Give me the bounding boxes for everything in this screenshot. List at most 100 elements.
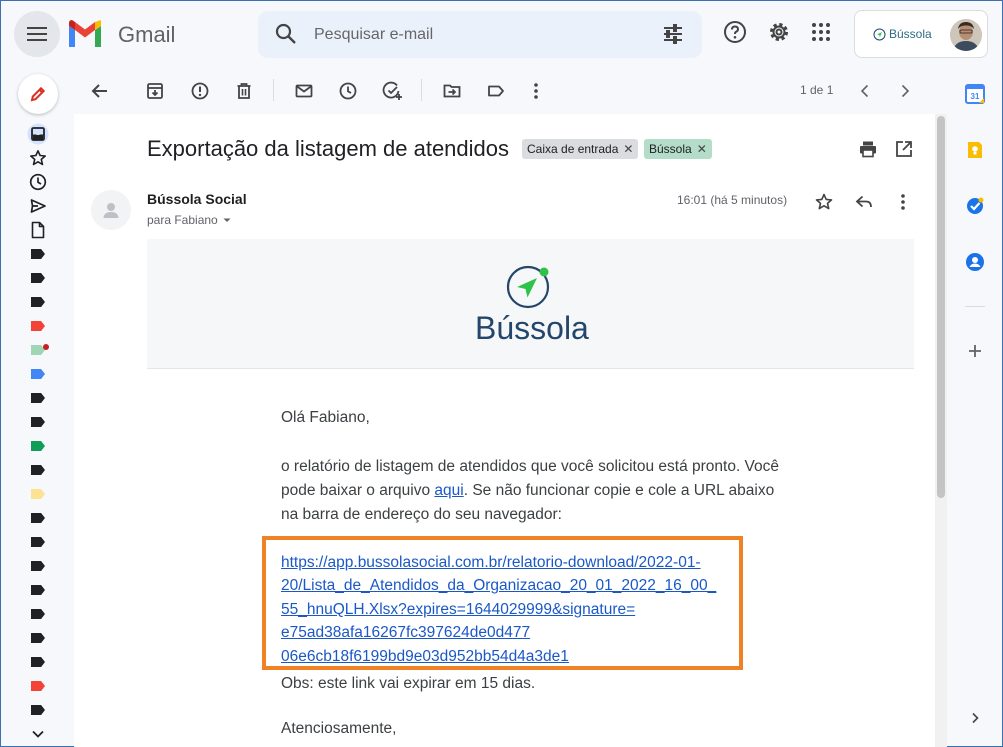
account-brand-label: Bússola bbox=[889, 27, 932, 41]
label-item[interactable] bbox=[27, 674, 49, 698]
apps-grid-icon[interactable] bbox=[808, 19, 834, 45]
label-tag-icon bbox=[31, 321, 45, 331]
url-line: 55_hnuQLH.Xlsx?expires=1644029999&signat… bbox=[281, 600, 636, 618]
label-item[interactable] bbox=[27, 338, 49, 362]
sender-avatar[interactable] bbox=[91, 190, 131, 230]
label-item[interactable] bbox=[27, 506, 49, 530]
gmail-logo-icon[interactable] bbox=[67, 20, 103, 47]
search-icon[interactable] bbox=[275, 23, 297, 45]
label-item[interactable] bbox=[27, 386, 49, 410]
account-brand: Bússola bbox=[873, 27, 932, 41]
label-item[interactable] bbox=[27, 578, 49, 602]
label-item[interactable] bbox=[27, 362, 49, 386]
send-icon bbox=[30, 199, 46, 213]
label-item[interactable] bbox=[27, 482, 49, 506]
bussola-compass-logo-icon bbox=[506, 265, 550, 309]
more-vert-icon[interactable] bbox=[524, 79, 548, 103]
account-switcher[interactable]: Bússola bbox=[854, 10, 988, 58]
report-spam-icon[interactable] bbox=[188, 79, 212, 103]
scrollbar-thumb[interactable] bbox=[937, 116, 945, 498]
move-to-icon[interactable] bbox=[440, 79, 464, 103]
download-link[interactable]: aqui bbox=[434, 482, 463, 499]
closing-text: Atenciosamente, bbox=[281, 720, 397, 737]
label-item[interactable] bbox=[27, 314, 49, 338]
add-task-icon[interactable] bbox=[380, 79, 404, 103]
nav-inbox[interactable] bbox=[27, 122, 49, 146]
nav-starred[interactable] bbox=[27, 146, 49, 170]
chevron-right-icon[interactable] bbox=[893, 79, 917, 103]
reply-icon[interactable] bbox=[852, 190, 876, 214]
more-vert-icon[interactable] bbox=[891, 190, 915, 214]
nav-snoozed[interactable] bbox=[27, 170, 49, 194]
message-scrollbar[interactable] bbox=[935, 114, 947, 747]
draft-file-icon bbox=[31, 221, 45, 239]
label-icon[interactable] bbox=[484, 79, 508, 103]
compose-button[interactable] bbox=[18, 74, 58, 114]
label-rail bbox=[27, 122, 49, 746]
label-chip-bussola[interactable]: Bússola ✕ bbox=[644, 139, 712, 159]
add-addon-icon[interactable] bbox=[965, 341, 985, 361]
avatar[interactable] bbox=[950, 19, 982, 51]
caret-down-icon[interactable] bbox=[222, 215, 232, 225]
contacts-icon[interactable] bbox=[965, 252, 985, 272]
pager-count: 1 de 1 bbox=[800, 83, 834, 97]
star-icon bbox=[30, 150, 46, 166]
chevron-left-icon[interactable] bbox=[853, 79, 877, 103]
nav-more[interactable] bbox=[27, 722, 49, 746]
notification-dot-icon bbox=[43, 344, 49, 350]
search-options-icon[interactable] bbox=[662, 23, 684, 45]
label-item[interactable] bbox=[27, 266, 49, 290]
toolbar-divider bbox=[273, 79, 274, 101]
tasks-icon[interactable] bbox=[965, 196, 985, 216]
main-menu-button[interactable] bbox=[14, 11, 60, 57]
recipient-details[interactable]: para Fabiano bbox=[147, 213, 232, 227]
label-item[interactable] bbox=[27, 554, 49, 578]
mark-unread-icon[interactable] bbox=[292, 79, 316, 103]
label-tag-icon bbox=[31, 561, 45, 571]
nav-sent[interactable] bbox=[27, 194, 49, 218]
label-item[interactable] bbox=[27, 650, 49, 674]
chevron-right-icon[interactable] bbox=[965, 708, 985, 728]
search-bar[interactable] bbox=[258, 11, 702, 58]
inbox-icon bbox=[27, 123, 49, 145]
label-tag-icon bbox=[31, 513, 45, 523]
trash-icon[interactable] bbox=[232, 79, 256, 103]
remove-label-icon[interactable]: ✕ bbox=[697, 142, 707, 156]
label-item[interactable] bbox=[27, 698, 49, 722]
settings-gear-icon[interactable] bbox=[766, 19, 792, 45]
body-paragraph: o relatório de listagem de atendidos que… bbox=[281, 455, 781, 527]
label-item[interactable] bbox=[27, 626, 49, 650]
keep-icon[interactable] bbox=[965, 140, 985, 160]
open-new-window-icon[interactable] bbox=[893, 138, 915, 160]
search-input[interactable] bbox=[314, 23, 634, 47]
label-item[interactable] bbox=[27, 410, 49, 434]
label-chip-inbox[interactable]: Caixa de entrada ✕ bbox=[522, 139, 639, 159]
print-icon[interactable] bbox=[857, 138, 879, 160]
help-icon[interactable] bbox=[722, 19, 748, 45]
url-line: https://app.bussolasocial.com.br/relator… bbox=[281, 554, 701, 571]
report-download-url[interactable]: https://app.bussolasocial.com.br/relator… bbox=[281, 551, 731, 668]
label-item[interactable] bbox=[27, 530, 49, 554]
message-timestamp: 16:01 (há 5 minutos) bbox=[677, 193, 788, 207]
nav-drafts[interactable] bbox=[27, 218, 49, 242]
label-item[interactable] bbox=[27, 290, 49, 314]
clock-icon bbox=[29, 173, 47, 191]
label-tag-icon bbox=[31, 393, 45, 403]
app-name: Gmail bbox=[118, 22, 176, 47]
star-icon[interactable] bbox=[812, 190, 836, 214]
sender-name[interactable]: Bússola Social bbox=[147, 191, 247, 207]
email-subject: Exportação da listagem de atendidos bbox=[147, 136, 510, 161]
remove-label-icon[interactable]: ✕ bbox=[623, 142, 633, 156]
banner-brand-name: Bússola bbox=[475, 310, 589, 346]
calendar-icon[interactable]: 31 bbox=[965, 84, 985, 104]
label-item[interactable] bbox=[27, 602, 49, 626]
highlighted-url-box: https://app.bussolasocial.com.br/relator… bbox=[262, 536, 743, 670]
back-arrow-icon[interactable] bbox=[88, 79, 112, 103]
top-header: Gmail Bússola bbox=[1, 1, 1002, 65]
snooze-clock-icon[interactable] bbox=[336, 79, 360, 103]
archive-icon[interactable] bbox=[143, 79, 167, 103]
label-item[interactable] bbox=[27, 242, 49, 266]
label-item[interactable] bbox=[27, 458, 49, 482]
label-item[interactable] bbox=[27, 434, 49, 458]
chevron-down-icon bbox=[32, 730, 44, 738]
